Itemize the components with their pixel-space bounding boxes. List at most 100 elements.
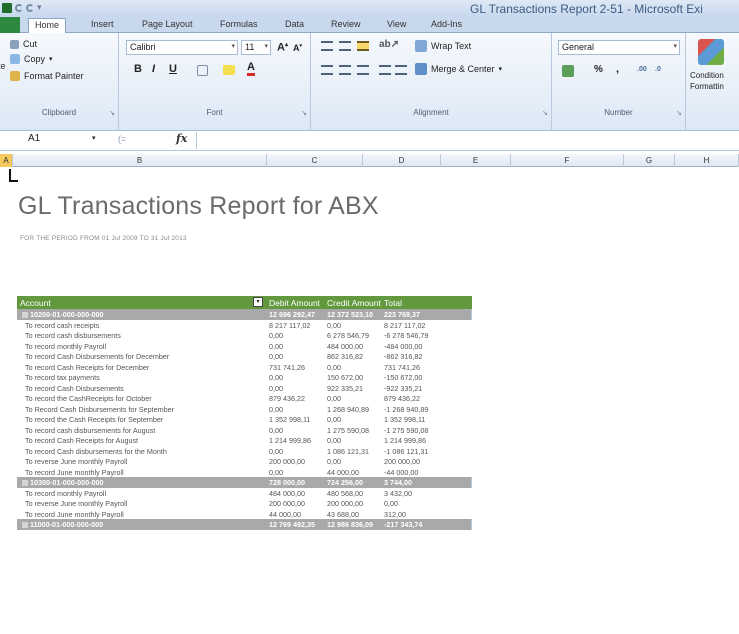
orientation-icon[interactable]: ab↗ (379, 39, 399, 50)
tab-review[interactable]: Review (331, 19, 361, 29)
column-header-a[interactable]: A (0, 154, 13, 167)
format-painter-button[interactable]: Format Painter (10, 71, 84, 81)
align-bottom-icon[interactable] (357, 41, 369, 51)
fill-color-icon[interactable] (223, 65, 235, 75)
font-size-select[interactable]: 11 ▾ (241, 40, 271, 55)
transaction-row[interactable]: To record June monthly Payroll 0,00 44 000… (17, 467, 472, 478)
accounting-format-icon[interactable] (562, 65, 574, 77)
transaction-row[interactable]: To record Cash Receipts for August 1 214 … (17, 435, 472, 446)
credit-cell: 12 372 523,10 (327, 310, 373, 319)
transaction-row[interactable]: To record cash receipts 8 217 117,02 0,00 8… (17, 320, 472, 331)
merge-center-button[interactable]: Merge & Center ▾ (415, 63, 502, 75)
formatting-label[interactable]: Formattin (690, 82, 724, 91)
font-launcher-icon[interactable]: ↘ (301, 109, 307, 117)
transaction-row[interactable]: To record Cash Disbursements 0,00 922 335,… (17, 383, 472, 394)
column-header-b[interactable]: B (13, 154, 267, 167)
column-header-d[interactable]: D (363, 154, 441, 167)
wrap-text-button[interactable]: Wrap Text (415, 40, 471, 52)
account-group-row[interactable]: 10300-01-000-000-000 728 000,00 724 256,00… (17, 477, 472, 488)
cut-button[interactable]: Cut (10, 39, 37, 49)
align-top-icon[interactable] (321, 41, 333, 51)
tab-formulas[interactable]: Formulas (220, 19, 258, 29)
percent-button[interactable]: % (594, 64, 603, 75)
align-right-icon[interactable] (357, 65, 369, 75)
customize-qat-icon[interactable]: ▾ (37, 2, 42, 13)
increase-indent-icon[interactable] (395, 65, 407, 75)
increase-decimal-icon[interactable]: .00 (637, 66, 647, 73)
tab-home[interactable]: Home (28, 18, 67, 34)
borders-icon[interactable] (197, 65, 208, 76)
column-header-g[interactable]: G (624, 154, 675, 167)
copy-label: Copy (24, 54, 46, 64)
chevron-down-icon[interactable]: ▾ (92, 134, 96, 142)
column-header-h[interactable]: H (675, 154, 739, 167)
formula-cancel-icon[interactable]: (= (118, 134, 126, 144)
name-box[interactable]: A1 (0, 133, 98, 148)
credit-cell: 0,00 (327, 320, 341, 330)
tab-insert[interactable]: Insert (91, 19, 114, 29)
transaction-row[interactable]: To record monthly Payroll 0,00 484 000,00 -… (17, 341, 472, 352)
column-header-c[interactable]: C (267, 154, 363, 167)
number-launcher-icon[interactable]: ↘ (676, 109, 682, 117)
formula-input[interactable] (196, 132, 739, 149)
chevron-down-icon: ▾ (49, 56, 53, 63)
tab-page-layout[interactable]: Page Layout (142, 19, 193, 29)
debit-cell: 879 436,22 (269, 394, 305, 403)
filter-icon[interactable]: ▾ (253, 297, 263, 307)
transaction-row[interactable]: To record cash disbursements for August 0… (17, 425, 472, 436)
decrease-decimal-icon[interactable]: .0 (655, 66, 661, 73)
align-middle-icon[interactable] (339, 41, 351, 51)
tab-add-ins[interactable]: Add-Ins (431, 19, 462, 29)
tab-view[interactable]: View (387, 19, 406, 29)
conditional-formatting-label[interactable]: Condition (690, 71, 724, 80)
transaction-row[interactable]: To record the Cash Receipts for Septembe… (17, 414, 472, 425)
font-color-icon[interactable]: A (247, 62, 255, 76)
align-left-icon[interactable] (321, 65, 333, 75)
transaction-row[interactable]: To record Cash disbursements for the Mon… (17, 446, 472, 457)
transaction-row[interactable]: To record Cash Disbursements for Decembe… (17, 351, 472, 362)
underline-button[interactable]: U (169, 63, 177, 75)
transaction-row[interactable]: To record cash disbursements 0,00 6 278 54… (17, 330, 472, 341)
account-text: To record tax payments (25, 373, 100, 382)
account-cell: To record June monthly Payroll (25, 510, 124, 519)
table-header-row: Account ▾ Debit Amount Credit Amount Tot… (17, 296, 472, 309)
font-name-select[interactable]: Calibri ▾ (126, 40, 238, 55)
tab-data[interactable]: Data (285, 19, 304, 29)
bold-button[interactable]: B (134, 63, 142, 75)
account-group-row[interactable]: 10200-01-000-000-000 12 696 292,47 12 372 … (17, 309, 472, 320)
grow-font-icon[interactable]: A▴ (277, 41, 288, 54)
redo-icon[interactable] (26, 3, 34, 12)
credit-cell: 0,00 (327, 436, 341, 445)
chevron-down-icon: ▾ (231, 43, 235, 50)
column-header-e[interactable]: E (441, 154, 511, 167)
clipboard-launcher-icon[interactable]: ↘ (109, 109, 115, 117)
paste-button[interactable]: te (0, 61, 6, 71)
collapse-icon[interactable] (22, 312, 28, 319)
alignment-launcher-icon[interactable]: ↘ (542, 109, 548, 117)
decrease-indent-icon[interactable] (379, 65, 391, 75)
transaction-row[interactable]: To Record Cash Disbursements for Septemb… (17, 404, 472, 415)
number-format-select[interactable]: General ▾ (558, 40, 680, 55)
italic-button[interactable]: I (152, 63, 155, 75)
copy-button[interactable]: Copy ▾ (10, 54, 53, 64)
transaction-row[interactable]: To record June monthly Payroll 44 000,00 4… (17, 509, 472, 520)
transaction-row[interactable]: To record the CashReceipts for October 87… (17, 393, 472, 404)
transaction-row[interactable]: To record monthly Payroll 484 000,00 480 5… (17, 488, 472, 499)
account-group-row[interactable]: 11000-01-000-000-000 12 769 492,35 12 986 … (17, 519, 472, 530)
transaction-row[interactable]: To record tax payments 0,00 150 672,00 -150… (17, 372, 472, 383)
file-tab[interactable] (0, 17, 20, 33)
excel-logo-icon[interactable] (2, 2, 12, 13)
transaction-row[interactable]: To reverse June monthly Payroll 200 000,0… (17, 456, 472, 467)
shrink-font-icon[interactable]: A▾ (293, 43, 302, 53)
transaction-row[interactable]: To reverse June monthly Payroll 200 000,0… (17, 498, 472, 509)
align-center-icon[interactable] (339, 65, 351, 75)
collapse-icon[interactable] (22, 480, 28, 487)
insert-function-icon[interactable]: fx (176, 132, 187, 145)
collapse-icon[interactable] (22, 522, 28, 529)
column-header-f[interactable]: F (511, 154, 624, 167)
active-cell-cursor[interactable] (9, 169, 18, 182)
comma-button[interactable]: , (616, 63, 619, 75)
undo-icon[interactable] (15, 3, 23, 12)
conditional-formatting-icon[interactable] (698, 39, 724, 65)
transaction-row[interactable]: To record Cash Receipts for December 731 … (17, 362, 472, 373)
